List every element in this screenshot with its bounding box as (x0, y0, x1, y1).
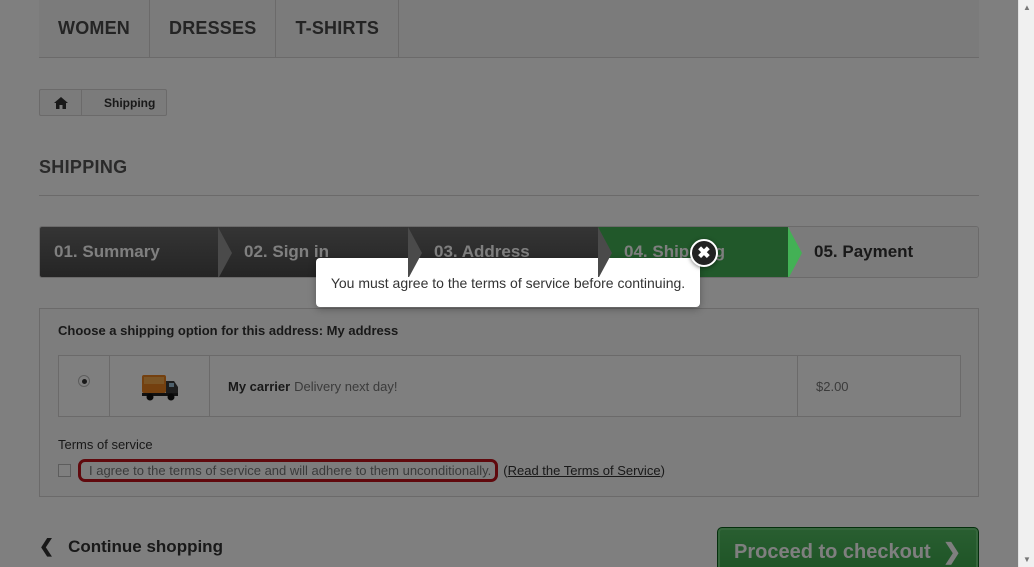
step-arrow (788, 227, 802, 277)
error-dialog: You must agree to the terms of service b… (316, 258, 700, 307)
close-icon: ✖ (697, 245, 711, 262)
step-arrow (408, 227, 422, 277)
step-arrow (218, 227, 232, 277)
error-message: You must agree to the terms of service b… (330, 274, 686, 291)
scroll-up-icon[interactable]: ▲ (1023, 3, 1031, 12)
step-arrow (598, 227, 612, 277)
dialog-close-button[interactable]: ✖ (690, 239, 718, 267)
scrollbar[interactable]: ▲ ▼ (1018, 0, 1034, 567)
scroll-down-icon[interactable]: ▼ (1023, 555, 1031, 564)
